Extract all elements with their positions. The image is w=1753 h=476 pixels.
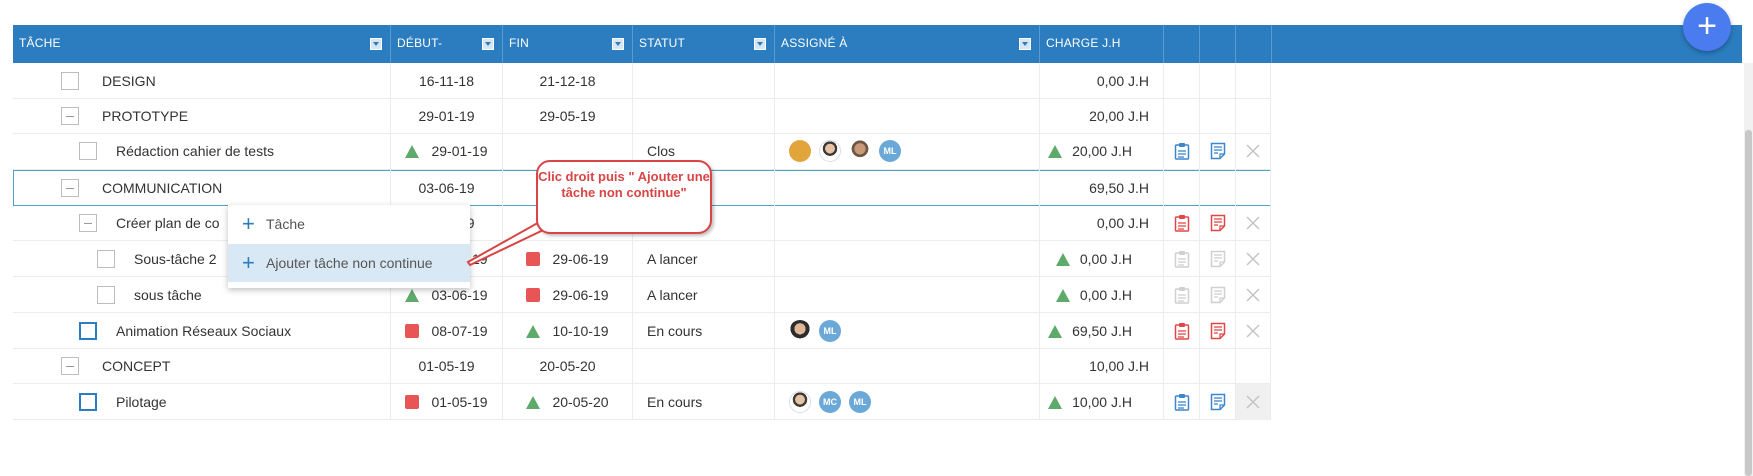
callout: Clic droit puis " Ajouter une tâche non … — [536, 160, 712, 234]
callout-pointer — [466, 213, 562, 267]
add-fab-button[interactable]: + — [1683, 3, 1731, 51]
app: TÂCHE DÉBUT- FIN STATUT ASSIGNÉ À CHARGE… — [0, 0, 1753, 476]
